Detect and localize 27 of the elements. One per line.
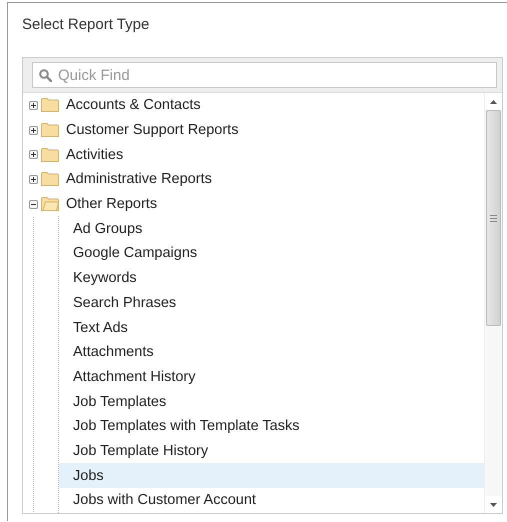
folder-icon <box>41 148 59 162</box>
expand-icon[interactable] <box>29 100 38 110</box>
folder-icon <box>41 172 59 186</box>
tree-item[interactable]: Google Campaigns <box>59 241 484 266</box>
folder-icon <box>41 197 59 212</box>
scroll-thumb[interactable] <box>486 110 501 326</box>
tree-item[interactable]: Text Ads <box>59 315 484 340</box>
search-icon <box>39 69 52 82</box>
tree-item[interactable]: Job Template History <box>59 438 484 464</box>
tree-item[interactable]: Attachments <box>59 340 484 365</box>
scrollbar[interactable] <box>484 93 502 513</box>
tree-item[interactable]: Keywords <box>59 266 484 290</box>
tree-item[interactable]: Attachment History <box>59 364 484 390</box>
expand-icon[interactable] <box>29 126 38 135</box>
tree-item[interactable]: Job Templates with Template Tasks <box>59 414 484 439</box>
tree-item[interactable]: Ad Groups <box>59 216 484 242</box>
folder-icon <box>41 123 59 138</box>
dialog-title: Select Report Type <box>22 15 150 35</box>
tree-item[interactable]: Jobs <box>59 463 484 488</box>
expand-icon[interactable] <box>29 150 38 160</box>
tree-item[interactable]: Jobs with Customer Account <box>59 488 484 513</box>
expand-icon[interactable] <box>29 174 38 184</box>
collapse-icon[interactable] <box>29 200 38 209</box>
folder-icon <box>41 98 59 112</box>
tree-item[interactable]: Job Templates <box>59 389 484 414</box>
tree-item[interactable]: Search Phrases <box>59 290 484 316</box>
search-field[interactable]: Quick Find <box>32 62 497 88</box>
